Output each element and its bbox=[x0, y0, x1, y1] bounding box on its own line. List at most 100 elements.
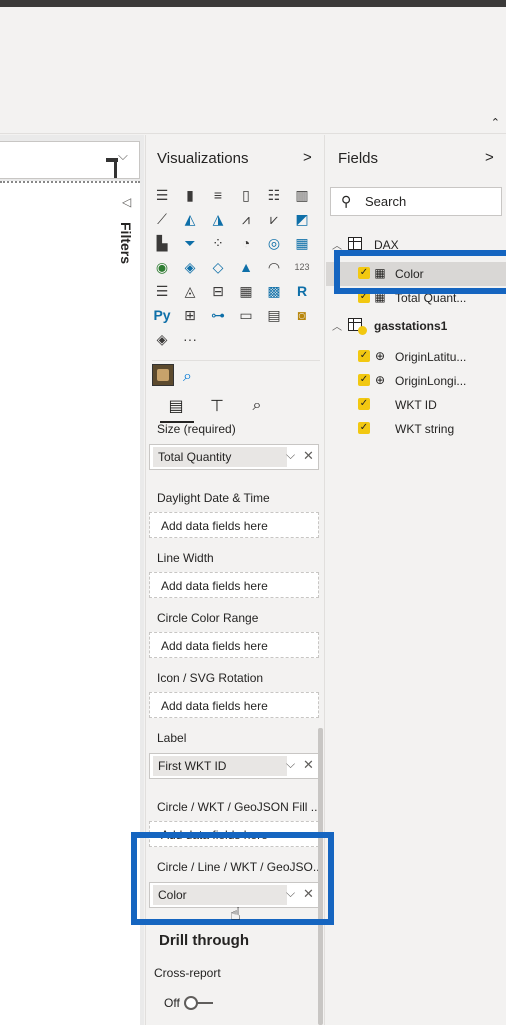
chevron-down-icon[interactable]: ⌵ bbox=[286, 448, 295, 463]
toggle-track bbox=[197, 1002, 213, 1004]
well-line-width[interactable]: Add data fields here bbox=[149, 572, 319, 598]
decomposition-tree-icon[interactable]: ⊶ bbox=[208, 305, 228, 325]
ribbon-chart-icon[interactable]: ◩ bbox=[292, 209, 312, 229]
well-icon-rotation[interactable]: Add data fields here bbox=[149, 692, 319, 718]
well-size[interactable]: Total Quantity ⌵ ✕ bbox=[149, 444, 319, 470]
chevron-left-icon[interactable]: ◁ bbox=[122, 195, 131, 209]
checkbox-checked-icon[interactable]: ✓ bbox=[358, 374, 370, 386]
map-icon[interactable]: ◉ bbox=[152, 257, 172, 277]
toggle-state-label: Off bbox=[164, 996, 180, 1010]
filters-pane-toggle[interactable]: Filters bbox=[118, 222, 134, 264]
checkbox-checked-icon[interactable]: ✓ bbox=[358, 398, 370, 410]
checkbox-checked-icon[interactable]: ✓ bbox=[358, 350, 370, 362]
stacked-area-chart-icon[interactable]: ◮ bbox=[208, 209, 228, 229]
line-chart-icon[interactable]: ⟋ bbox=[152, 209, 172, 229]
clustered-column-chart-icon[interactable]: ▯ bbox=[236, 185, 256, 205]
divider bbox=[152, 360, 320, 361]
well-label[interactable]: First WKT ID ⌵ ✕ bbox=[149, 753, 319, 779]
well-circle-color-range[interactable]: Add data fields here bbox=[149, 632, 319, 658]
slicer-icon[interactable]: ⊟ bbox=[208, 281, 228, 301]
field-item-wkt-string[interactable]: ✓ WKT string bbox=[326, 417, 506, 441]
checkbox-partial-icon bbox=[358, 326, 367, 335]
field-name: WKT string bbox=[395, 422, 455, 436]
chevron-down-icon[interactable]: ⌵ bbox=[118, 148, 138, 163]
toggle-knob bbox=[184, 996, 198, 1010]
visualization-tabs: ▤ ⊤ ⌕ bbox=[152, 393, 320, 423]
analytics-magnifier-icon[interactable]: ⌕ bbox=[244, 393, 270, 419]
checkbox-checked-icon[interactable]: ✓ bbox=[358, 422, 370, 434]
well-label-size: Size (required) bbox=[157, 422, 236, 436]
100-column-chart-icon[interactable]: ▥ bbox=[292, 185, 312, 205]
chevron-down-icon[interactable]: ⌵ bbox=[286, 757, 295, 772]
donut-chart-icon[interactable]: ◎ bbox=[264, 233, 284, 253]
well-daylight[interactable]: Add data fields here bbox=[149, 512, 319, 538]
highlight-box bbox=[334, 250, 506, 294]
smart-narrative-icon[interactable]: ▤ bbox=[264, 305, 284, 325]
field-item-origin-longitude[interactable]: ✓ ⊕ OriginLongi... bbox=[326, 369, 506, 393]
fields-search-box[interactable]: ⚲ bbox=[330, 187, 502, 216]
treemap-icon[interactable]: ▦ bbox=[292, 233, 312, 253]
line-column-chart-icon[interactable]: ⩘ bbox=[236, 209, 256, 229]
multi-row-card-icon[interactable]: ☰ bbox=[152, 281, 172, 301]
close-icon[interactable]: ✕ bbox=[303, 757, 314, 773]
format-paintroller-icon[interactable]: ⊤ bbox=[204, 393, 230, 419]
field-name: OriginLongi... bbox=[395, 374, 467, 388]
well-label-daylight: Daylight Date & Time bbox=[157, 491, 270, 505]
waterfall-chart-icon[interactable]: ▙ bbox=[152, 233, 172, 253]
shape-map-icon[interactable]: ◇ bbox=[208, 257, 228, 277]
kpi-icon[interactable]: ◬ bbox=[180, 281, 200, 301]
well-label-circle-color-range: Circle Color Range bbox=[157, 611, 259, 625]
calculator-table-icon bbox=[348, 237, 362, 250]
table-name: gasstations1 bbox=[374, 319, 448, 333]
search-icon[interactable]: ⌕ bbox=[183, 368, 192, 386]
map-visual[interactable] bbox=[0, 181, 140, 1025]
custom-visual-icon[interactable]: ◈ bbox=[152, 329, 172, 349]
hand-cursor-icon: ☝ bbox=[230, 904, 241, 924]
table-node-gasstations1[interactable]: ︿ gasstations1 bbox=[326, 314, 506, 338]
matrix-icon[interactable]: ▩ bbox=[264, 281, 284, 301]
stacked-bar-chart-icon[interactable]: ☰ bbox=[152, 185, 172, 205]
card-icon[interactable]: 123 bbox=[292, 257, 312, 277]
100-bar-chart-icon[interactable]: ☷ bbox=[264, 185, 284, 205]
table-icon[interactable]: ▦ bbox=[236, 281, 256, 301]
well-label-fill: Circle / WKT / GeoJSON Fill ... bbox=[157, 800, 320, 814]
chevron-right-icon[interactable]: > bbox=[485, 149, 494, 166]
azure-map-icon[interactable]: ▲ bbox=[236, 257, 256, 277]
cross-report-toggle[interactable] bbox=[184, 996, 214, 1010]
python-visual-icon[interactable]: Py bbox=[152, 305, 172, 325]
area-chart-icon[interactable]: ◭ bbox=[180, 209, 200, 229]
line-clustered-column-icon[interactable]: ⩗ bbox=[264, 209, 284, 229]
stacked-column-chart-icon[interactable]: ▮ bbox=[180, 185, 200, 205]
key-influencers-icon[interactable]: ⊞ bbox=[180, 305, 200, 325]
well-label-label: Label bbox=[157, 731, 187, 745]
field-item-wkt-id[interactable]: ✓ WKT ID bbox=[326, 393, 506, 417]
ribbon bbox=[0, 7, 506, 134]
field-pill[interactable]: First WKT ID bbox=[153, 756, 287, 776]
gauge-icon[interactable]: ◠ bbox=[264, 257, 284, 277]
scatter-chart-icon[interactable]: ⁘ bbox=[208, 233, 228, 253]
well-label-icon-rotation: Icon / SVG Rotation bbox=[157, 671, 264, 685]
close-icon[interactable]: ✕ bbox=[303, 448, 314, 464]
field-pill[interactable]: Total Quantity bbox=[153, 447, 287, 467]
drill-through-heading: Drill through bbox=[159, 932, 249, 949]
chevron-up-icon[interactable]: ⌃ bbox=[491, 116, 500, 129]
paginated-report-icon[interactable]: ◙ bbox=[292, 305, 312, 325]
r-visual-icon[interactable]: R bbox=[292, 281, 312, 301]
filled-map-icon[interactable]: ◈ bbox=[180, 257, 200, 277]
more-visuals-icon[interactable]: ··· bbox=[180, 329, 200, 349]
icon-map-visual-icon[interactable] bbox=[152, 364, 174, 386]
funnel-chart-icon[interactable]: ⏷ bbox=[180, 233, 200, 253]
slicer-handle bbox=[114, 158, 117, 178]
search-icon: ⚲ bbox=[341, 193, 352, 209]
chevron-right-icon[interactable]: > bbox=[303, 149, 312, 166]
field-name: OriginLatitu... bbox=[395, 350, 467, 364]
fields-tab-icon[interactable]: ▤ bbox=[163, 393, 189, 419]
chevron-up-icon[interactable]: ︿ bbox=[332, 318, 342, 333]
title-bar bbox=[0, 0, 506, 7]
cross-report-label: Cross-report bbox=[154, 966, 221, 980]
clustered-bar-chart-icon[interactable]: ≡ bbox=[208, 185, 228, 205]
search-input[interactable] bbox=[365, 194, 495, 209]
field-item-origin-latitude[interactable]: ✓ ⊕ OriginLatitu... bbox=[326, 345, 506, 369]
qa-icon[interactable]: ▭ bbox=[236, 305, 256, 325]
pie-chart-icon[interactable]: ◔ bbox=[236, 233, 256, 253]
